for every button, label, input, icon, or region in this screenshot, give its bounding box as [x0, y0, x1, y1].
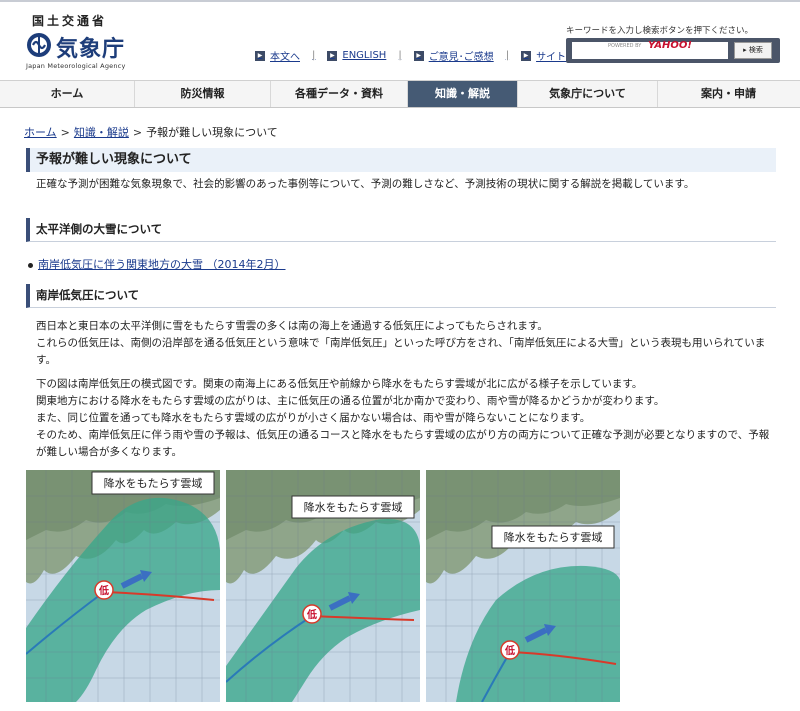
cloud-area-label: 降水をもたらす雲域	[304, 500, 403, 514]
breadcrumb-sep: >	[132, 126, 143, 139]
page-title: 予報が難しい現象について	[36, 152, 192, 167]
global-nav: ホーム 防災情報 各種データ・資料 知識・解説 気象庁について 案内・申請	[0, 80, 800, 108]
link-label: ENGLISH	[342, 50, 387, 61]
schematic-map-1: 低 降水をもたらす雲域	[26, 470, 220, 702]
separator: |	[505, 50, 510, 61]
ministry-name: 国土交通省	[32, 14, 108, 28]
jma-emblem-icon	[27, 33, 51, 57]
nav-about[interactable]: 気象庁について	[518, 81, 658, 107]
paragraph-line: 関東地方における降水をもたらす雲域の広がりは、主に低気圧の通る位置が北か南かで変…	[36, 395, 665, 407]
square-arrow-icon: ▶	[413, 50, 424, 61]
paragraph-line: そのため、南岸低気圧に伴う雨や雪の予報は、低気圧の通るコースと降水をもたらす雲域…	[36, 429, 770, 458]
breadcrumb: ホーム > 知識・解説 > 予報が難しい現象について	[24, 124, 278, 140]
agency-name-en: Japan Meteorological Agency	[26, 62, 126, 70]
paragraph-diagram-explain: 下の図は南岸低気圧の模式図です。関東の南海上にある低気圧や前線から降水をもたらす…	[36, 376, 776, 461]
section-heading-pacific-snow: 太平洋側の大雪について	[26, 218, 776, 242]
low-pressure-mark: 低	[98, 584, 109, 597]
page-lead: 正確な予測が困難な気象現象で、社会的影響のあった事例等について、予測の難しさなど…	[36, 178, 695, 190]
square-arrow-icon: ▶	[255, 50, 265, 61]
low-pressure-mark: 低	[504, 644, 515, 657]
page-title-bar: 予報が難しい現象について	[26, 148, 776, 172]
jma-logo[interactable]: 国土交通省 気象庁 Japan Meteorological Agency	[22, 12, 142, 70]
search-hint: キーワードを入力し検索ボタンを押下ください。	[566, 26, 754, 36]
breadcrumb-knowledge[interactable]: 知識・解説	[74, 126, 129, 139]
utility-links: ▶ 本文へ | ▶ ENGLISH | ▶ ご意見･ご感想 | ▶ サイトマップ	[255, 48, 608, 63]
link-2014-snow[interactable]: 南岸低気圧に伴う関東地方の大雪 （2014年2月）	[38, 258, 286, 271]
section-heading-text: 太平洋側の大雪について	[36, 222, 163, 236]
search-button[interactable]: ▸ 検索	[734, 42, 772, 59]
paragraph-line: これらの低気圧は、南側の沿岸部を通る低気圧という意味で「南岸低気圧」といった呼び…	[36, 337, 766, 366]
breadcrumb-sep: >	[60, 126, 70, 139]
separator: |	[312, 50, 316, 61]
cloud-area-label: 降水をもたらす雲域	[104, 476, 203, 490]
paragraph-intro: 西日本と東日本の太平洋側に雪をもたらす雪雲の多くは南の海上を通過する低気圧によっ…	[36, 318, 776, 369]
nav-data[interactable]: 各種データ・資料	[271, 81, 408, 107]
search-powered-by: POWERED BY	[608, 43, 642, 49]
search-button-label: 検索	[748, 46, 763, 54]
list-item: 南岸低気圧に伴う関東地方の大雪 （2014年2月）	[28, 256, 286, 272]
agency-name-jp: 気象庁	[56, 37, 126, 62]
nav-guide[interactable]: 案内・申請	[658, 81, 799, 107]
link-feedback[interactable]: ▶ ご意見･ご感想 |	[413, 48, 510, 63]
paragraph-line: 下の図は南岸低気圧の模式図です。関東の南海上にある低気圧や前線から降水をもたらす…	[36, 378, 643, 390]
yahoo-logo: YAHOO!	[648, 40, 692, 51]
cloud-area-label: 降水をもたらす雲域	[504, 530, 603, 544]
top-border	[0, 0, 800, 2]
schematic-map-2: 低 降水をもたらす雲域	[226, 470, 420, 702]
section-heading-south-coast-low: 南岸低気圧について	[26, 284, 776, 308]
square-arrow-icon: ▶	[327, 50, 338, 61]
paragraph-line: 西日本と東日本の太平洋側に雪をもたらす雪雲の多くは南の海上を通過する低気圧によっ…	[36, 320, 548, 332]
breadcrumb-home[interactable]: ホーム	[24, 126, 57, 139]
square-arrow-icon: ▶	[521, 50, 532, 61]
bullet-icon	[28, 262, 33, 268]
link-label: 本文へ	[270, 52, 300, 63]
schematic-map-3: 低 降水をもたらす雲域	[426, 470, 620, 702]
link-main-content[interactable]: ▶ 本文へ |	[255, 48, 315, 63]
search-box: POWERED BY YAHOO! ▸ 検索	[566, 38, 780, 63]
nav-disaster-info[interactable]: 防災情報	[135, 81, 271, 107]
breadcrumb-current: 予報が難しい現象について	[146, 126, 278, 139]
section-heading-text: 南岸低気圧について	[36, 288, 140, 302]
nav-knowledge[interactable]: 知識・解説	[408, 81, 518, 107]
nav-home[interactable]: ホーム	[0, 81, 135, 107]
link-label: ご意見･ご感想	[428, 52, 494, 63]
low-pressure-mark: 低	[306, 608, 317, 621]
link-english[interactable]: ▶ ENGLISH |	[327, 48, 402, 63]
paragraph-line: また、同じ位置を通っても降水をもたらす雲域の広がりが小さく届かない場合は、雨や雪…	[36, 412, 591, 424]
separator: |	[398, 50, 402, 61]
